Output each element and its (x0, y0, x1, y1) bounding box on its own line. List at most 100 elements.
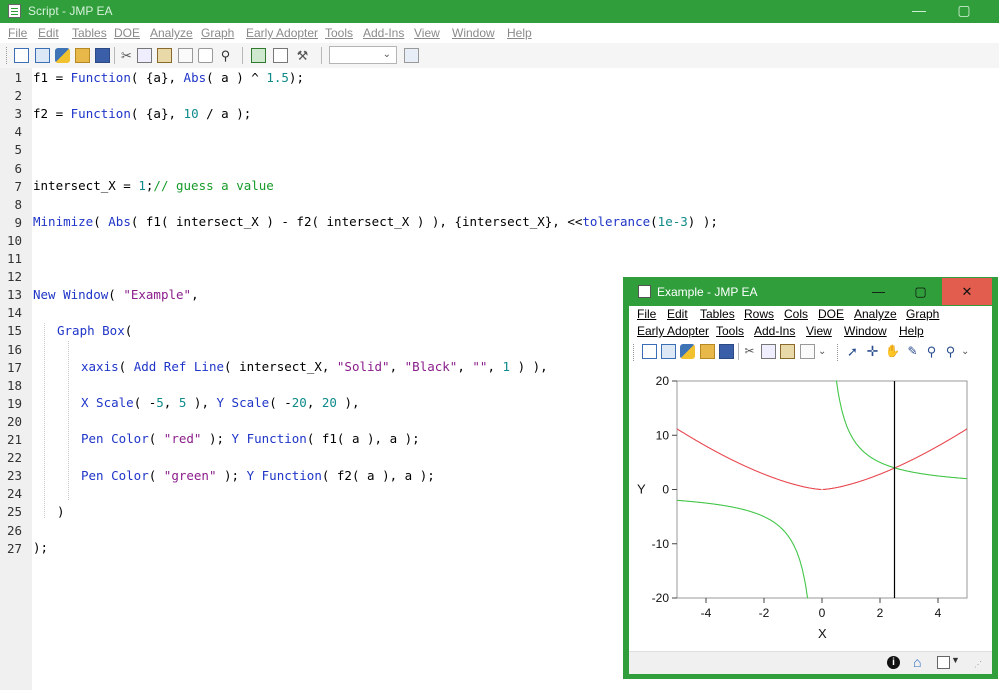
menu-analyze[interactable]: Analyze (150, 26, 193, 40)
graph-menu-add-ins[interactable]: Add-Ins (754, 324, 795, 338)
graph-menu-analyze[interactable]: Analyze (854, 307, 897, 321)
copy-icon[interactable] (137, 48, 152, 63)
graph-close-button[interactable]: ✕ (942, 278, 992, 305)
graph-minimize-button[interactable]: — (858, 278, 899, 305)
chevron-down-icon[interactable]: ▼ (951, 655, 960, 665)
graph-maximize-button[interactable]: ▢ (900, 278, 941, 305)
new-data-table-icon[interactable] (14, 48, 29, 63)
graph-menu-window[interactable]: Window (844, 324, 887, 338)
script-window-title-bar[interactable]: Script - JMP EA — ▢ (0, 0, 999, 23)
new-script-icon[interactable] (35, 48, 50, 63)
menu-view[interactable]: View (414, 26, 440, 40)
save-icon[interactable] (719, 344, 734, 359)
chevron-down-icon[interactable]: ⌄ (961, 344, 976, 359)
example-graph-window: Example - JMP EA — ▢ ✕ File Edit Tables … (623, 277, 998, 679)
menu-help[interactable]: Help (507, 26, 532, 40)
code-line[interactable]: ) (57, 504, 65, 519)
menu-window[interactable]: Window (452, 26, 495, 40)
info-icon[interactable]: i (887, 656, 900, 669)
y-tick-label: 10 (656, 428, 670, 442)
search-icon[interactable]: ⚲ (218, 48, 233, 63)
graph-window-title-bar[interactable]: Example - JMP EA — ▢ ✕ (623, 277, 998, 306)
menu-edit[interactable]: Edit (38, 26, 59, 40)
code-line[interactable]: Pen Color( "green" ); Y Function( f2( a … (81, 468, 435, 483)
chevron-down-icon[interactable]: ⌄ (818, 344, 833, 359)
arrow-pointer-icon[interactable]: ➚ (845, 344, 860, 359)
page-icon[interactable] (178, 48, 193, 63)
menu-graph[interactable]: Graph (201, 26, 234, 40)
x-tick-label: 2 (877, 606, 884, 620)
minimize-button[interactable]: — (899, 0, 939, 23)
hand-icon[interactable]: ✋ (885, 344, 900, 359)
new-script-icon[interactable] (661, 344, 676, 359)
wrench-icon[interactable]: ⚒ (295, 48, 310, 63)
script-page-icon[interactable] (273, 48, 288, 63)
graph-menu-tools[interactable]: Tools (716, 324, 744, 338)
graph-box-chart[interactable]: -20-1001020 -4 -2 0 2 4 Y X (629, 363, 992, 648)
line-number: 18 (6, 377, 22, 393)
code-line[interactable]: X Scale( -5, 5 ), Y Scale( -20, 20 ), (81, 395, 360, 410)
graph-menu-file[interactable]: File (637, 307, 656, 321)
y-axis[interactable]: -20 -10 0 10 20 (652, 374, 677, 605)
code-line[interactable]: intersect_X = 1;// guess a value (33, 178, 274, 193)
lasso-icon[interactable]: ⚲ (924, 344, 939, 359)
graph-menubar-row1: File Edit Tables Rows Cols DOE Analyze G… (629, 306, 992, 322)
cut-icon[interactable]: ✂ (742, 344, 757, 359)
code-line[interactable]: Graph Box( (57, 323, 132, 338)
graph-menu-help[interactable]: Help (899, 324, 924, 338)
graph-menu-view[interactable]: View (806, 324, 832, 338)
menu-doe[interactable]: DOE (114, 26, 140, 40)
resize-grip[interactable]: ⋰ (974, 660, 982, 669)
code-line[interactable]: Minimize( Abs( f1( intersect_X ) - f2( i… (33, 214, 718, 229)
paste-icon[interactable] (780, 344, 795, 359)
brush-icon[interactable]: ✎ (905, 344, 920, 359)
menu-tools[interactable]: Tools (325, 26, 353, 40)
graph-menu-graph[interactable]: Graph (906, 307, 939, 321)
toolbar-grip[interactable] (6, 47, 9, 64)
graph-menu-cols[interactable]: Cols (784, 307, 808, 321)
python-icon[interactable] (55, 48, 70, 63)
menu-tables[interactable]: Tables (72, 26, 107, 40)
toolbar-grip[interactable] (837, 344, 840, 361)
line-number: 24 (6, 486, 22, 502)
page-icon[interactable] (800, 344, 815, 359)
toolbar-combo-box[interactable]: ⌄ (329, 46, 397, 64)
code-line[interactable]: ); (33, 540, 48, 555)
graph-menu-rows[interactable]: Rows (744, 307, 774, 321)
open-folder-icon[interactable] (700, 344, 715, 359)
combo-action-icon[interactable] (404, 48, 419, 63)
magnifier-icon[interactable]: ⚲ (943, 344, 958, 359)
menu-early-adopter[interactable]: Early Adopter (246, 26, 318, 40)
lock-icon[interactable] (198, 48, 213, 63)
open-folder-icon[interactable] (75, 48, 90, 63)
code-line[interactable]: f1 = Function( {a}, Abs( a ) ^ 1.5); (33, 70, 304, 85)
graph-menubar-row2: Early Adopter Tools Add-Ins View Window … (629, 323, 992, 339)
maximize-button[interactable]: ▢ (944, 0, 984, 23)
checkbox-icon[interactable] (937, 656, 950, 669)
paste-icon[interactable] (157, 48, 172, 63)
graph-menu-early-adopter[interactable]: Early Adopter (637, 324, 709, 338)
toolbar-grip[interactable] (633, 344, 636, 361)
home-icon[interactable]: ⌂ (913, 654, 921, 670)
crosshair-icon[interactable]: ✛ (865, 344, 880, 359)
run-script-icon[interactable] (251, 48, 266, 63)
menu-file[interactable]: File (8, 26, 27, 40)
indent-guide (68, 341, 69, 500)
graph-menu-doe[interactable]: DOE (818, 307, 844, 321)
code-line[interactable]: New Window( "Example", (33, 287, 199, 302)
line-number: 8 (14, 196, 22, 212)
toolbar-separator (242, 47, 243, 64)
new-data-table-icon[interactable] (642, 344, 657, 359)
python-icon[interactable] (680, 344, 695, 359)
cut-icon[interactable]: ✂ (119, 48, 134, 63)
x-axis[interactable]: -4 -2 0 2 4 (701, 598, 942, 620)
code-line[interactable]: Pen Color( "red" ); Y Function( f1( a ),… (81, 431, 420, 446)
save-icon[interactable] (95, 48, 110, 63)
code-line[interactable]: f2 = Function( {a}, 10 / a ); (33, 106, 251, 121)
menu-add-ins[interactable]: Add-Ins (363, 26, 404, 40)
indent-guide (44, 323, 45, 518)
graph-menu-tables[interactable]: Tables (700, 307, 735, 321)
copy-icon[interactable] (761, 344, 776, 359)
code-line[interactable]: xaxis( Add Ref Line( intersect_X, "Solid… (81, 359, 548, 374)
graph-menu-edit[interactable]: Edit (667, 307, 688, 321)
